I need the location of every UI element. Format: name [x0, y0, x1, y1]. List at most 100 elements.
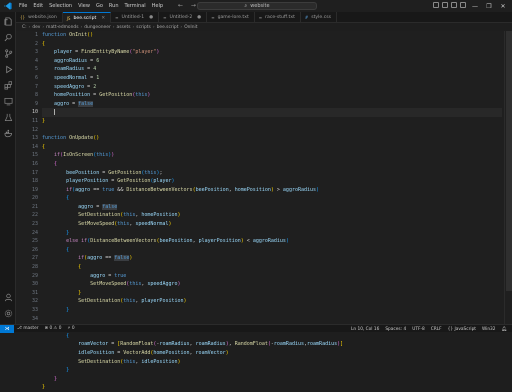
extensions-icon[interactable] — [3, 80, 13, 90]
status-ports[interactable]: ⚡ 0 — [65, 326, 78, 331]
accounts-icon[interactable] — [3, 292, 13, 302]
line-number: 22 — [31, 212, 38, 219]
status-platform[interactable]: Win32 — [479, 327, 499, 332]
text-file-icon: ≡ — [211, 15, 215, 20]
tab-style-css[interactable]: # style.css — [301, 12, 338, 23]
customize-layout-icon[interactable] — [460, 2, 466, 8]
status-eol[interactable]: CRLF — [428, 327, 445, 332]
editor-scrollbar[interactable] — [504, 31, 512, 324]
menu-view[interactable]: View — [75, 3, 93, 9]
menu-run[interactable]: Run — [106, 3, 122, 9]
line-number: 17 — [31, 169, 38, 176]
tab-untitled-1[interactable]: ≡ Untitled-1 ● — [111, 12, 160, 23]
chevron-right-icon: › — [112, 24, 115, 30]
status-language[interactable]: {} JavaScript — [445, 327, 479, 332]
layout-controls[interactable] — [433, 2, 466, 8]
code-line: if(IsOnScreen(this)) — [54, 152, 115, 159]
minimize-button[interactable]: — — [468, 3, 482, 10]
command-center-search[interactable]: ⌕ website — [197, 2, 317, 10]
tab-website-json[interactable]: {} website.json — [16, 12, 63, 23]
line-number: 8 — [34, 92, 38, 99]
code-line: } — [54, 375, 58, 382]
run-debug-icon[interactable] — [3, 64, 13, 74]
line-number: 3 — [34, 49, 38, 56]
toggle-panel-icon[interactable] — [442, 2, 448, 8]
menu-go[interactable]: Go — [93, 3, 106, 9]
breadcrumb-item[interactable]: OnInit — [184, 25, 197, 30]
tab-label: game-lore.txt — [217, 15, 249, 20]
code-line: { — [66, 195, 70, 202]
code-line: else if(DistanceBetweenVectors(beePositi… — [66, 238, 289, 245]
editor-tabs: {} website.json JS bee.script ✕ ≡ Untitled-1… — [16, 12, 512, 23]
breadcrumb-item[interactable]: C: — [22, 25, 27, 30]
docker-icon[interactable] — [3, 128, 13, 138]
line-number: 1 — [34, 32, 38, 38]
chevron-right-icon: › — [180, 24, 183, 30]
title-bar: File Edit Selection View Go Run Terminal… — [0, 0, 512, 12]
code-line: SetMoveSpeed(this, speedAggro) — [90, 281, 181, 288]
status-indentation[interactable]: Spaces: 4 — [382, 327, 409, 332]
tab-bee-script[interactable]: JS bee.script ✕ — [62, 12, 112, 23]
line-number: 18 — [31, 178, 38, 185]
unsaved-dot-icon[interactable]: ● — [149, 15, 153, 20]
breadcrumb-item[interactable]: scripts — [136, 25, 151, 30]
code-line: SetDestination(this, idlePosition) — [78, 358, 181, 365]
source-control-icon[interactable] — [3, 48, 13, 58]
menu-terminal[interactable]: Terminal — [122, 3, 149, 9]
status-problems[interactable]: ⊗ 0 ⚠ 0 — [41, 326, 64, 331]
line-number: 29 — [31, 272, 38, 279]
remote-indicator-icon[interactable]: ⋊ — [0, 324, 14, 333]
code-line: aggroRadius = 6 — [54, 57, 100, 64]
tab-race-stuff[interactable]: ≡ race-stuff.txt — [255, 12, 301, 23]
code-line: { — [66, 246, 70, 253]
menu-file[interactable]: File — [16, 3, 30, 9]
maximize-button[interactable]: ❐ — [482, 3, 496, 10]
tab-untitled-2[interactable]: ≡ Untitled-2 ● — [159, 12, 208, 23]
toggle-sidebar-icon[interactable] — [433, 2, 439, 8]
line-number: 28 — [31, 264, 38, 271]
line-number: 15 — [31, 152, 38, 159]
remote-icon[interactable] — [3, 96, 13, 106]
line-number: 32 — [31, 298, 38, 305]
code-line: SetMoveSpeed(this, speedNormal) — [78, 221, 172, 228]
notifications-bell-icon[interactable]: 🔔︎ — [499, 327, 510, 332]
breadcrumb-item[interactable]: bee.script — [157, 25, 179, 30]
tab-game-lore[interactable]: ≡ game-lore.txt — [207, 12, 255, 23]
close-button[interactable]: ✕ — [496, 3, 510, 10]
breadcrumb-item[interactable]: dev — [32, 25, 40, 30]
line-number: 21 — [31, 203, 38, 210]
line-number: 26 — [31, 246, 38, 253]
close-tab-icon[interactable]: ✕ — [101, 16, 105, 21]
code-line: { — [78, 264, 82, 271]
scrollbar-thumb[interactable] — [506, 31, 512, 291]
breadcrumb-item[interactable]: matt-edmonds — [46, 25, 78, 30]
line-number: 33 — [31, 307, 38, 313]
css-file-icon: # — [304, 15, 309, 20]
unsaved-dot-icon[interactable]: ● — [197, 15, 201, 20]
code-editor[interactable]: 1 2 3 4 5 6 7 8 9 10 11 12 13 14 15 16 17 18 19 20 21 22 23 24 2… — [16, 31, 512, 390]
code-line: beePosition = GetPosition(this); — [66, 169, 163, 176]
status-cursor-position[interactable]: Ln 10, Col 16 — [348, 327, 382, 332]
menu-edit[interactable]: Edit — [30, 3, 46, 9]
testing-icon[interactable] — [3, 112, 13, 122]
line-number: 9 — [34, 100, 38, 107]
status-branch[interactable]: ⎇ master — [14, 326, 41, 331]
line-number: 19 — [31, 186, 38, 193]
menu-help[interactable]: Help — [149, 3, 166, 9]
settings-icon[interactable] — [3, 308, 13, 318]
explorer-icon[interactable] — [3, 16, 13, 26]
breadcrumb-item[interactable]: dungeoneer — [84, 25, 111, 30]
line-number: 16 — [31, 160, 38, 167]
status-encoding[interactable]: UTF-8 — [409, 327, 428, 332]
line-number: 23 — [31, 221, 38, 228]
toggle-secondary-sidebar-icon[interactable] — [451, 2, 457, 8]
breadcrumb-item[interactable]: assets — [117, 25, 131, 30]
line-number: 7 — [34, 83, 38, 90]
line-number: 2 — [34, 40, 38, 47]
nav-arrows[interactable]: ← → — [178, 2, 199, 9]
code-area[interactable]: function OnInit() { player = FindEntityB… — [42, 31, 502, 392]
menu-selection[interactable]: Selection — [46, 3, 75, 9]
search-icon[interactable] — [3, 32, 13, 42]
